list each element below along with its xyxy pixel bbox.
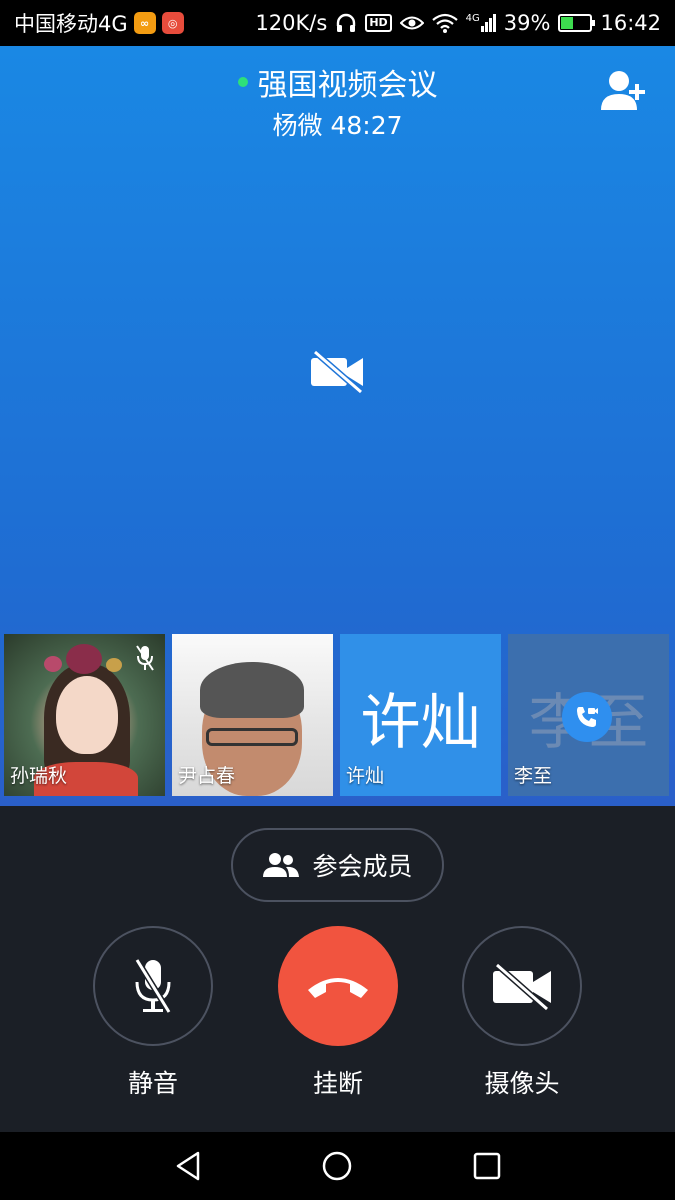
headphones-icon [337, 13, 356, 32]
camera-label: 摄像头 [484, 1069, 560, 1098]
participant-tile-4[interactable]: 李至 李至 [508, 634, 669, 796]
participant-strip: 孙瑞秋 尹占春 许灿 许灿 李至 李至 [0, 634, 675, 804]
camera-button[interactable] [462, 926, 582, 1046]
participant-tile-3[interactable]: 许灿 许灿 [340, 634, 501, 796]
participant-tile-2[interactable]: 尹占春 [172, 634, 333, 796]
participants-button[interactable]: 参会成员 [231, 828, 444, 902]
wifi-icon [431, 13, 458, 33]
signal-icon: 4G [466, 14, 496, 32]
calling-badge [562, 692, 612, 742]
camera-off-icon [493, 962, 551, 1011]
participant-name: 李至 [514, 765, 553, 787]
home-icon[interactable] [321, 1150, 353, 1182]
mic-off-icon [134, 958, 172, 1014]
meeting-duration: 48:27 [330, 111, 403, 140]
participant-name: 尹占春 [178, 765, 236, 787]
meeting-header: 强国视频会议 杨微 48:27 [0, 60, 675, 142]
hangup-button[interactable] [278, 926, 398, 1046]
battery-percent: 39% [503, 11, 551, 35]
participant-name: 孙瑞秋 [10, 765, 68, 787]
network-speed: 120K/s [255, 11, 328, 35]
phone-hangup-icon [308, 978, 368, 998]
participants-icon [263, 853, 300, 877]
eye-icon [399, 16, 424, 30]
phone-video-icon [577, 707, 598, 727]
battery-icon [558, 14, 596, 32]
online-indicator [237, 77, 248, 87]
main-video-area[interactable]: 强国视频会议 杨微 48:27 孙瑞秋 尹占春 许灿 许灿 李至 [0, 46, 675, 806]
app-notification-icon: ∞ [133, 12, 156, 34]
participant-tile-1[interactable]: 孙瑞秋 [4, 634, 165, 796]
muted-mic-icon [136, 645, 154, 671]
meeting-subtitle: 杨微 48:27 [0, 106, 675, 142]
mute-button[interactable] [93, 926, 213, 1046]
camera-off-icon [311, 349, 363, 394]
carrier-label: 中国移动4G [14, 12, 128, 36]
hangup-label: 挂断 [312, 1069, 363, 1098]
meeting-title: 强国视频会议 [257, 68, 438, 103]
participants-button-label: 参会成员 [312, 853, 413, 881]
network-type: 4G [465, 13, 480, 24]
clock: 16:42 [600, 11, 661, 35]
participant-avatar-text: 许灿 [360, 688, 481, 758]
participant-name: 许灿 [346, 765, 385, 787]
hd-icon: HD [365, 14, 392, 32]
app-notification-icon-2: ◎ [161, 12, 184, 34]
status-bar: 中国移动4G ∞ ◎ 120K/s HD 4G 39% 16:42 [0, 0, 675, 46]
meeting-host: 杨微 [272, 111, 323, 140]
back-icon[interactable] [172, 1150, 204, 1182]
mute-label: 静音 [127, 1069, 178, 1098]
system-nav-bar [0, 1132, 675, 1200]
add-member-icon[interactable] [599, 68, 647, 112]
recents-icon[interactable] [471, 1150, 503, 1182]
